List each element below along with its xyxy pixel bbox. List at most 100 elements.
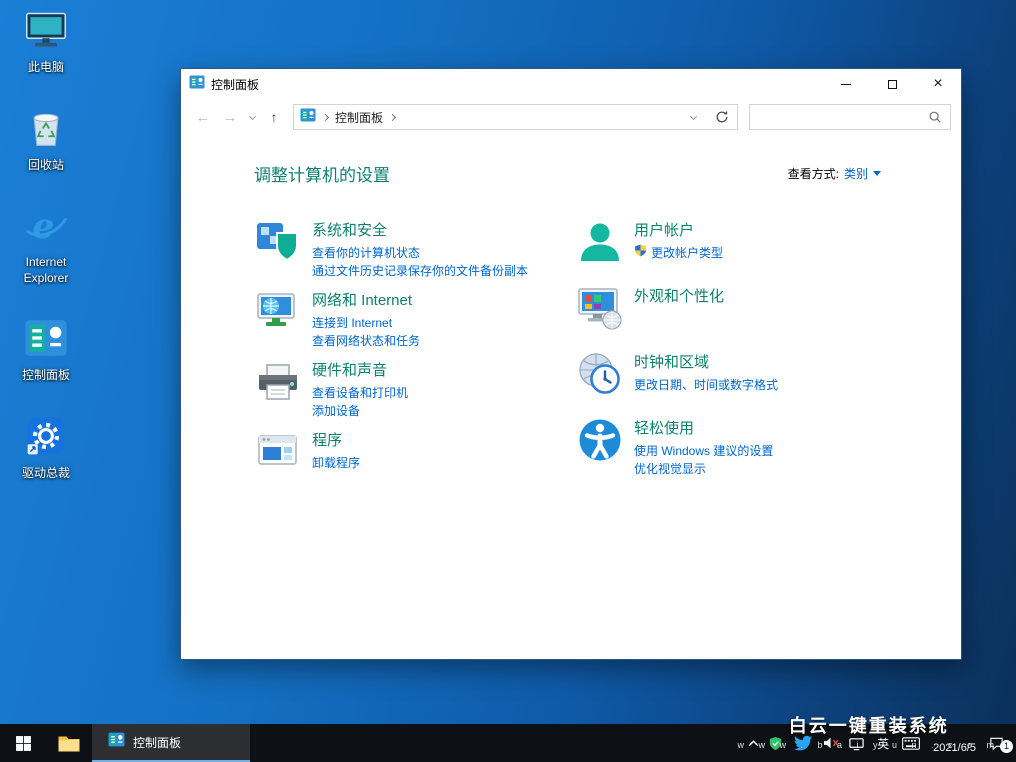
search-input[interactable]: [758, 110, 928, 124]
svg-text:e: e: [32, 206, 54, 247]
desktop-icon-recycle-bin[interactable]: 回收站: [8, 106, 84, 174]
search-icon[interactable]: [928, 110, 942, 124]
refresh-button[interactable]: [711, 110, 733, 124]
taskbar-clock[interactable]: 2021/6/5: [929, 732, 980, 754]
control-panel-icon: [24, 316, 68, 365]
category-appearance-personalization: 外观和个性化: [576, 284, 961, 342]
desktop-icon-label: 驱动总裁: [22, 466, 70, 482]
network-icon[interactable]: [849, 736, 864, 751]
link-change-account-type[interactable]: 更改帐户类型: [634, 244, 723, 262]
hidden-icons-chevron[interactable]: [748, 740, 759, 747]
user-accounts-icon[interactable]: [576, 218, 624, 266]
system-security-icon[interactable]: [254, 218, 302, 266]
uac-shield-icon: [634, 244, 647, 262]
address-dropdown-button[interactable]: [682, 116, 704, 119]
category-clock-and-region: 时钟和区域 更改日期、时间或数字格式: [576, 350, 961, 408]
desktop-icon-list: 此电脑 回收站 e Internet Explorer 控制面板 驱动总裁: [8, 8, 84, 482]
breadcrumb-chevron-icon[interactable]: [389, 113, 396, 120]
up-button[interactable]: ↑: [262, 109, 286, 125]
taskbar-app-control-panel[interactable]: 控制面板: [92, 724, 250, 762]
breadcrumb-control-panel[interactable]: 控制面板: [335, 109, 383, 126]
back-button[interactable]: ←: [191, 109, 215, 126]
driver-master-icon: [24, 414, 68, 463]
bird-icon[interactable]: [792, 732, 814, 754]
link-review-computer-status[interactable]: 查看你的计算机状态: [312, 244, 528, 262]
recycle-bin-icon: [24, 106, 68, 155]
control-panel-icon: [108, 731, 125, 753]
forward-button[interactable]: →: [218, 109, 242, 126]
category-programs: 程序 卸载程序: [254, 428, 576, 486]
desktop-icon-label: Internet Explorer: [8, 255, 84, 286]
clock-region-icon[interactable]: [576, 350, 624, 398]
link-uninstall-program[interactable]: 卸载程序: [312, 454, 360, 472]
close-icon: ×: [933, 76, 942, 92]
taskbar: 控制面板 英 2021/6/5 1: [0, 724, 1016, 762]
minimize-button[interactable]: [823, 69, 869, 99]
window-content: 调整计算机的设置 查看方式: 类别 系统和安全 查看你的计算机状态 通过文件历史…: [181, 135, 961, 659]
internet-explorer-icon: e: [24, 203, 68, 252]
category-title-network-and-internet[interactable]: 网络和 Internet: [312, 290, 420, 311]
link-change-date-time-formats[interactable]: 更改日期、时间或数字格式: [634, 376, 778, 394]
desktop-icon-this-pc[interactable]: 此电脑: [8, 8, 84, 76]
start-button[interactable]: [0, 724, 46, 762]
category-title-clock-and-region[interactable]: 时钟和区域: [634, 352, 778, 373]
category-user-accounts: 用户帐户 更改帐户类型: [576, 218, 961, 276]
category-title-ease-of-access[interactable]: 轻松使用: [634, 418, 773, 439]
minimize-icon: [841, 84, 851, 85]
view-by-value[interactable]: 类别: [844, 165, 868, 182]
desktop-icon-label: 回收站: [28, 158, 64, 174]
category-title-user-accounts[interactable]: 用户帐户: [634, 220, 723, 241]
chevron-down-icon: [248, 112, 255, 119]
refresh-icon: [715, 110, 729, 124]
category-hardware-and-sound: 硬件和声音 查看设备和打印机 添加设备: [254, 358, 576, 420]
ime-language-indicator[interactable]: 英: [873, 735, 893, 752]
category-title-system-and-security[interactable]: 系统和安全: [312, 220, 528, 241]
link-connect-to-internet[interactable]: 连接到 Internet: [312, 314, 420, 332]
recent-locations-dropdown[interactable]: [245, 116, 259, 119]
desktop-icon-internet-explorer[interactable]: e Internet Explorer: [8, 203, 84, 286]
desktop-icon-control-panel[interactable]: 控制面板: [8, 316, 84, 384]
network-internet-icon[interactable]: [254, 288, 302, 336]
link-file-history-backup[interactable]: 通过文件历史记录保存你的文件备份副本: [312, 262, 528, 280]
link-suggested-settings[interactable]: 使用 Windows 建议的设置: [634, 442, 773, 460]
dropdown-triangle-icon[interactable]: [873, 171, 881, 176]
appearance-personalization-icon[interactable]: [576, 284, 624, 332]
address-bar[interactable]: 控制面板: [293, 104, 738, 130]
view-by-control: 查看方式: 类别: [788, 165, 881, 182]
control-panel-window: 控制面板 × ← → ↑ 控制面板 调整计算机的设置 查看方式:: [180, 68, 962, 660]
title-bar[interactable]: 控制面板 ×: [181, 69, 961, 99]
search-box[interactable]: [749, 104, 951, 130]
ease-of-access-icon[interactable]: [576, 416, 624, 464]
close-button[interactable]: ×: [915, 69, 961, 99]
category-title-programs[interactable]: 程序: [312, 430, 360, 451]
link-view-network-status[interactable]: 查看网络状态和任务: [312, 332, 420, 350]
link-view-devices-printers[interactable]: 查看设备和打印机: [312, 384, 408, 402]
windows-logo-icon: [15, 735, 32, 752]
maximize-button[interactable]: [869, 69, 915, 99]
taskbar-app-label: 控制面板: [133, 734, 181, 751]
category-title-appearance-personalization[interactable]: 外观和个性化: [634, 286, 724, 307]
system-tray: 英 2021/6/5 1: [748, 724, 1016, 762]
file-explorer-icon: [57, 731, 81, 755]
hardware-sound-icon[interactable]: [254, 358, 302, 406]
category-system-and-security: 系统和安全 查看你的计算机状态 通过文件历史记录保存你的文件备份副本: [254, 218, 576, 280]
notification-badge: 1: [1000, 740, 1013, 753]
category-network-and-internet: 网络和 Internet 连接到 Internet 查看网络状态和任务: [254, 288, 576, 350]
window-title: 控制面板: [211, 76, 259, 93]
link-optimize-visual-display[interactable]: 优化视觉显示: [634, 460, 773, 478]
link-add-device[interactable]: 添加设备: [312, 402, 408, 420]
action-center-icon[interactable]: 1: [989, 736, 1008, 751]
desktop-icon-driver-master[interactable]: 驱动总裁: [8, 414, 84, 482]
category-ease-of-access: 轻松使用 使用 Windows 建议的设置 优化视觉显示: [576, 416, 961, 478]
navigation-bar: ← → ↑ 控制面板: [181, 99, 961, 135]
volume-muted-icon[interactable]: [823, 736, 840, 750]
link-label: 更改帐户类型: [651, 244, 723, 262]
chevron-down-icon: [689, 112, 696, 119]
control-panel-icon: [300, 107, 316, 128]
category-title-hardware-and-sound[interactable]: 硬件和声音: [312, 360, 408, 381]
taskbar-file-explorer-button[interactable]: [46, 724, 92, 762]
touch-keyboard-icon[interactable]: [902, 737, 920, 750]
desktop-icon-label: 此电脑: [28, 60, 64, 76]
security-shield-icon[interactable]: [768, 736, 783, 751]
programs-icon[interactable]: [254, 428, 302, 476]
